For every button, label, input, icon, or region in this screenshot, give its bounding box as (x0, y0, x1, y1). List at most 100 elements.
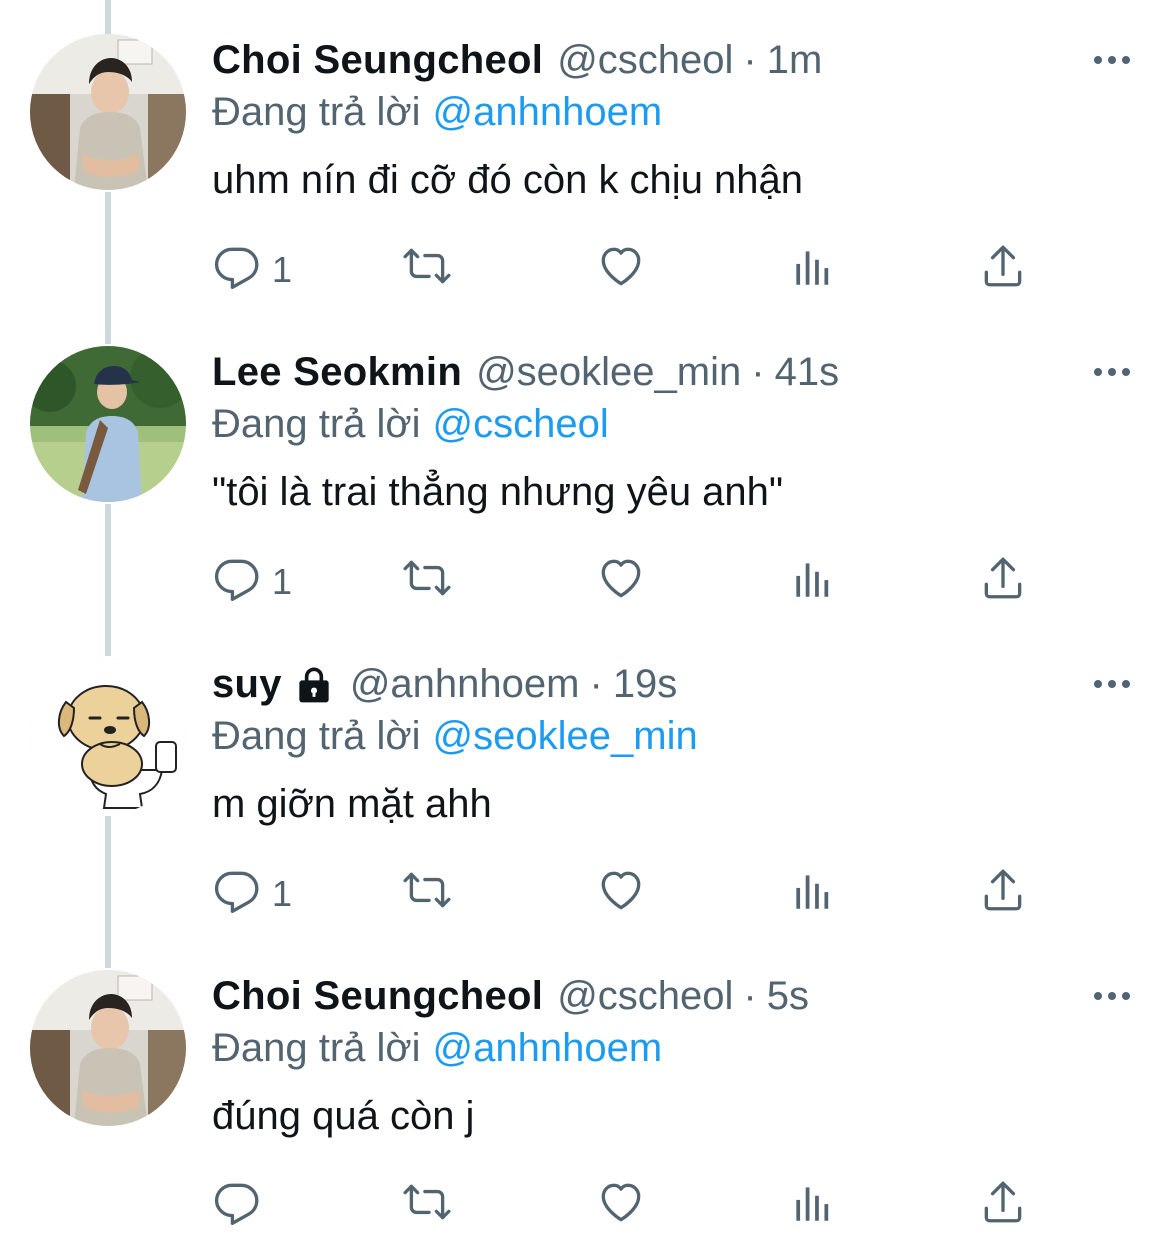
views-button[interactable] (788, 244, 838, 296)
reply-button[interactable]: 1 (212, 244, 292, 296)
retweet-icon (402, 1177, 452, 1236)
replying-to: Đang trả lời @anhnhoem (212, 88, 662, 136)
more-icon[interactable] (1092, 362, 1132, 382)
share-button[interactable] (978, 868, 1028, 920)
retweet-icon (402, 865, 452, 924)
replying-to-label: Đang trả lời (212, 402, 421, 446)
replying-to-label: Đang trả lời (212, 90, 421, 134)
separator-dot: · (743, 974, 757, 1018)
like-button[interactable] (596, 556, 646, 608)
tweet-actions (212, 1180, 1072, 1232)
retweet-icon (402, 241, 452, 300)
timestamp[interactable]: 5s (767, 972, 809, 1020)
handle[interactable]: @anhnhoem (350, 660, 580, 708)
separator-dot: · (751, 350, 765, 394)
mention-link[interactable]: @seoklee_min (433, 714, 698, 758)
replying-to-label: Đang trả lời (212, 714, 421, 758)
tweet[interactable]: Choi Seungcheol @cscheol · 1m Đang trả lời @a… (0, 0, 1170, 312)
avatar[interactable] (30, 658, 186, 814)
share-button[interactable] (978, 1180, 1028, 1232)
mention-link[interactable]: @anhnhoem (433, 90, 663, 134)
share-icon (978, 553, 1028, 612)
like-button[interactable] (596, 1180, 646, 1232)
tweet-actions: 1 (212, 244, 1072, 296)
reply-icon (212, 241, 262, 300)
tweet-header: suy @anhnhoem · 19s (212, 660, 677, 708)
tweet-actions: 1 (212, 868, 1072, 920)
reply-icon (212, 553, 262, 612)
replying-to: Đang trả lời @seoklee_min (212, 712, 698, 760)
tweet[interactable]: Choi Seungcheol @cscheol · 5s Đang trả lời @a… (0, 936, 1170, 1248)
tweet-header: Lee Seokmin @seoklee_min · 41s (212, 348, 839, 396)
reply-count: 1 (272, 873, 293, 914)
views-icon (788, 865, 838, 924)
handle[interactable]: @seoklee_min (476, 348, 741, 396)
replying-to: Đang trả lời @cscheol (212, 400, 609, 448)
cartoon-dog-icon (30, 658, 186, 814)
retweet-button[interactable] (402, 556, 452, 608)
more-icon[interactable] (1092, 674, 1132, 694)
tweet[interactable]: suy @anhnhoem · 19s Đang trả lời @seoklee_min… (0, 624, 1170, 936)
person-photo-icon (30, 970, 186, 1126)
person-photo-icon (30, 34, 186, 190)
display-name[interactable]: Choi Seungcheol (212, 972, 543, 1020)
tweet-text: uhm nín đi cỡ đó còn k chịu nhận (212, 158, 804, 202)
views-button[interactable] (788, 556, 838, 608)
retweet-icon (402, 553, 452, 612)
tweet-header: Choi Seungcheol @cscheol · 1m (212, 36, 822, 84)
lock-icon (292, 662, 336, 706)
heart-icon (596, 865, 646, 924)
reply-button[interactable] (212, 1180, 262, 1232)
views-button[interactable] (788, 868, 838, 920)
display-name[interactable]: Lee Seokmin (212, 348, 462, 396)
tweet-actions: 1 (212, 556, 1072, 608)
avatar[interactable] (30, 346, 186, 502)
tweet[interactable]: Lee Seokmin @seoklee_min · 41s Đang trả lời @… (0, 312, 1170, 624)
person-outdoor-photo-icon (30, 346, 186, 502)
reply-button[interactable]: 1 (212, 868, 292, 920)
timestamp[interactable]: 41s (775, 348, 840, 396)
mention-link[interactable]: @anhnhoem (433, 1026, 663, 1070)
separator-dot: · (743, 38, 757, 82)
handle[interactable]: @cscheol (557, 36, 733, 84)
more-icon[interactable] (1092, 986, 1132, 1006)
share-button[interactable] (978, 556, 1028, 608)
reply-icon (212, 865, 262, 924)
reply-count: 1 (272, 561, 293, 602)
retweet-button[interactable] (402, 244, 452, 296)
tweet-text: "tôi là trai thẳng nhưng yêu anh" (212, 470, 784, 514)
heart-icon (596, 553, 646, 612)
heart-icon (596, 241, 646, 300)
display-name[interactable]: Choi Seungcheol (212, 36, 543, 84)
timestamp[interactable]: 1m (767, 36, 823, 84)
views-button[interactable] (788, 1180, 838, 1232)
tweet-text: đúng quá còn j (212, 1094, 475, 1138)
handle[interactable]: @cscheol (557, 972, 733, 1020)
avatar[interactable] (30, 34, 186, 190)
mention-link[interactable]: @cscheol (433, 402, 609, 446)
display-name[interactable]: suy (212, 660, 282, 708)
share-button[interactable] (978, 244, 1028, 296)
reply-button[interactable]: 1 (212, 556, 292, 608)
timestamp[interactable]: 19s (613, 660, 678, 708)
replying-to: Đang trả lời @anhnhoem (212, 1024, 662, 1072)
retweet-button[interactable] (402, 1180, 452, 1232)
reply-count: 1 (272, 249, 293, 290)
like-button[interactable] (596, 868, 646, 920)
views-icon (788, 553, 838, 612)
like-button[interactable] (596, 244, 646, 296)
share-icon (978, 241, 1028, 300)
share-icon (978, 1177, 1028, 1236)
tweet-header: Choi Seungcheol @cscheol · 5s (212, 972, 809, 1020)
views-icon (788, 1177, 838, 1236)
views-icon (788, 241, 838, 300)
replying-to-label: Đang trả lời (212, 1026, 421, 1070)
tweet-text: m giỡn mặt ahh (212, 782, 492, 826)
retweet-button[interactable] (402, 868, 452, 920)
reply-icon (212, 1177, 262, 1236)
separator-dot: · (589, 662, 603, 706)
heart-icon (596, 1177, 646, 1236)
more-icon[interactable] (1092, 50, 1132, 70)
share-icon (978, 865, 1028, 924)
avatar[interactable] (30, 970, 186, 1126)
